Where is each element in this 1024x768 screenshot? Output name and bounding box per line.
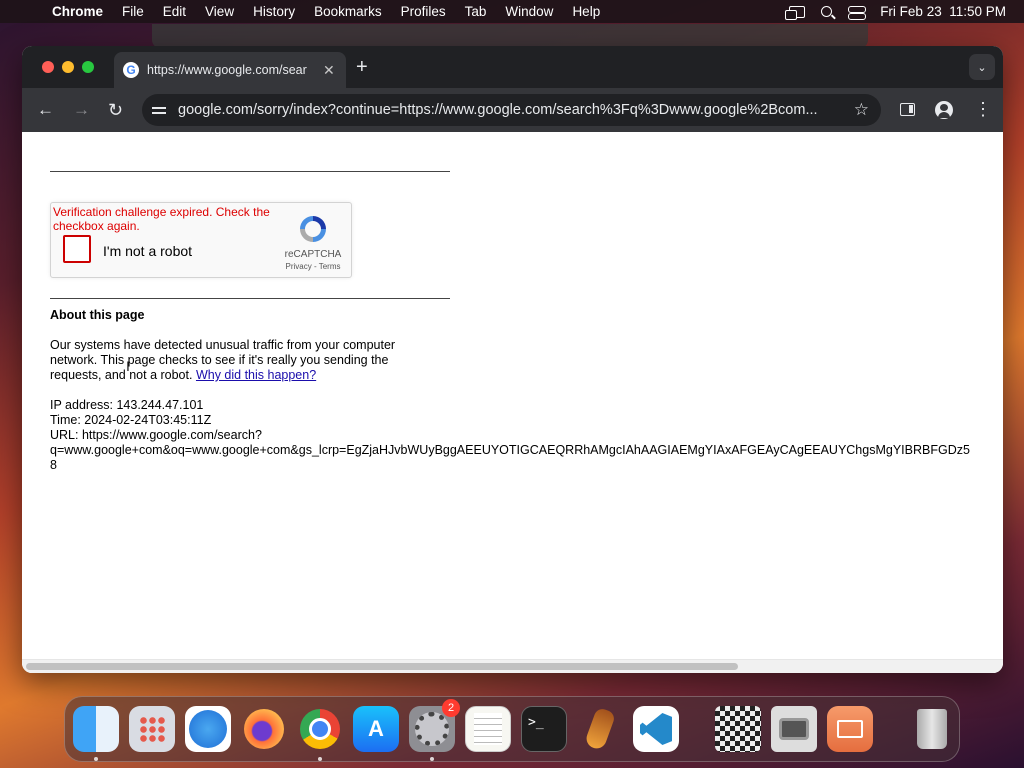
about-paragraph: Our systems have detected unusual traffi… [50,338,430,383]
recaptcha-label[interactable]: I'm not a robot [103,243,192,259]
menu-help[interactable]: Help [572,4,600,19]
side-panel-icon[interactable] [900,103,915,116]
menu-bar: Chrome File Edit View History Bookmarks … [0,0,1024,23]
active-tab[interactable]: G https://www.google.com/sear ✕ [114,52,346,88]
control-center-icon[interactable] [848,5,867,20]
address-bar[interactable]: google.com/sorry/index?continue=https://… [142,94,881,126]
back-arrow-icon[interactable]: ← [37,100,54,120]
menu-tab[interactable]: Tab [465,4,487,19]
background-window [152,24,868,48]
recaptcha-privacy-terms-links[interactable]: Privacy - Terms [277,262,349,271]
tab-strip: G https://www.google.com/sear ✕ + ⌄ [22,46,1003,88]
running-indicator [94,757,98,761]
recaptcha-error: Verification challenge expired. Check th… [53,205,270,233]
trash-icon[interactable] [909,706,955,752]
screen-sharing-icon[interactable] [827,706,873,752]
garageband-icon[interactable] [577,706,623,752]
new-tab-button[interactable]: + [356,57,368,77]
request-url-tail: 8 [50,458,57,472]
terminal-icon[interactable]: >_ [521,706,567,752]
dock: A 2 >_ [64,696,960,762]
request-time: Time: 2024-02-24T03:45:11Z [50,413,212,427]
browser-toolbar: ← → ↻ google.com/sorry/index?continue=ht… [22,88,1003,132]
menu-bookmarks[interactable]: Bookmarks [314,4,382,19]
running-indicator [318,757,322,761]
tab-close-icon[interactable]: ✕ [323,62,335,79]
recaptcha-brand: reCAPTCHA [284,249,342,260]
url-text[interactable]: google.com/sorry/index?continue=https://… [178,102,838,118]
menu-history[interactable]: History [253,4,295,19]
chess-icon[interactable] [715,706,761,752]
launchpad-icon[interactable] [129,706,175,752]
finder-icon[interactable] [73,706,119,761]
bookmark-star-icon[interactable]: ☆ [854,100,869,120]
app-store-icon[interactable]: A [353,706,399,752]
divider-top [50,171,450,172]
text-cursor-icon: I [126,358,130,374]
request-info: IP address: 143.244.47.101 Time: 2024-02… [50,398,970,473]
about-heading: About this page [50,308,145,322]
close-window-button[interactable] [42,61,54,73]
zoom-window-button[interactable] [82,61,94,73]
menu-file[interactable]: File [122,4,144,19]
screen-mirroring-icon[interactable] [785,5,806,20]
recaptcha-checkbox[interactable] [63,235,91,263]
vscode-icon[interactable] [633,706,679,752]
chrome-icon[interactable] [297,706,343,761]
site-info-icon[interactable] [152,104,166,116]
forward-arrow-icon[interactable]: → [73,100,90,120]
request-url-query: q=www.google+com&oq=www.google+com&gs_lc… [50,443,970,457]
spotlight-search-icon[interactable] [821,6,833,17]
firefox-icon[interactable] [241,706,287,752]
ip-address: IP address: 143.244.47.101 [50,398,204,412]
scrollbar-thumb[interactable] [26,663,738,670]
menu-clock[interactable]: Fri Feb 23 11:50 PM [880,4,1006,19]
tab-search-chevron-icon[interactable]: ⌄ [969,54,995,80]
minimize-window-button[interactable] [62,61,74,73]
textedit-icon[interactable] [465,706,511,752]
chrome-menu-icon[interactable]: ⋮ [974,99,992,120]
settings-badge: 2 [442,699,460,717]
menu-profiles[interactable]: Profiles [401,4,446,19]
recaptcha-widget: Verification challenge expired. Check th… [50,202,352,278]
menu-view[interactable]: View [205,4,234,19]
request-url: URL: https://www.google.com/search? [50,428,262,442]
tab-title: https://www.google.com/sear [147,63,307,77]
page-content: Verification challenge expired. Check th… [22,132,1003,673]
system-settings-icon[interactable]: 2 [409,699,460,761]
menu-edit[interactable]: Edit [163,4,186,19]
menu-window[interactable]: Window [505,4,553,19]
horizontal-scrollbar[interactable] [22,659,1003,673]
safari-icon[interactable] [185,706,231,752]
reload-icon[interactable]: ↻ [108,100,123,120]
divider-bottom [50,298,450,299]
google-favicon-icon: G [123,62,139,78]
menu-app-name[interactable]: Chrome [52,4,103,19]
photo-booth-icon[interactable] [771,706,817,752]
chrome-window: G https://www.google.com/sear ✕ + ⌄ ← → … [22,46,1003,673]
profile-avatar-icon[interactable] [935,101,953,119]
recaptcha-logo-icon [300,216,326,242]
running-indicator [430,757,434,761]
why-did-this-happen-link[interactable]: Why did this happen? [196,368,316,382]
